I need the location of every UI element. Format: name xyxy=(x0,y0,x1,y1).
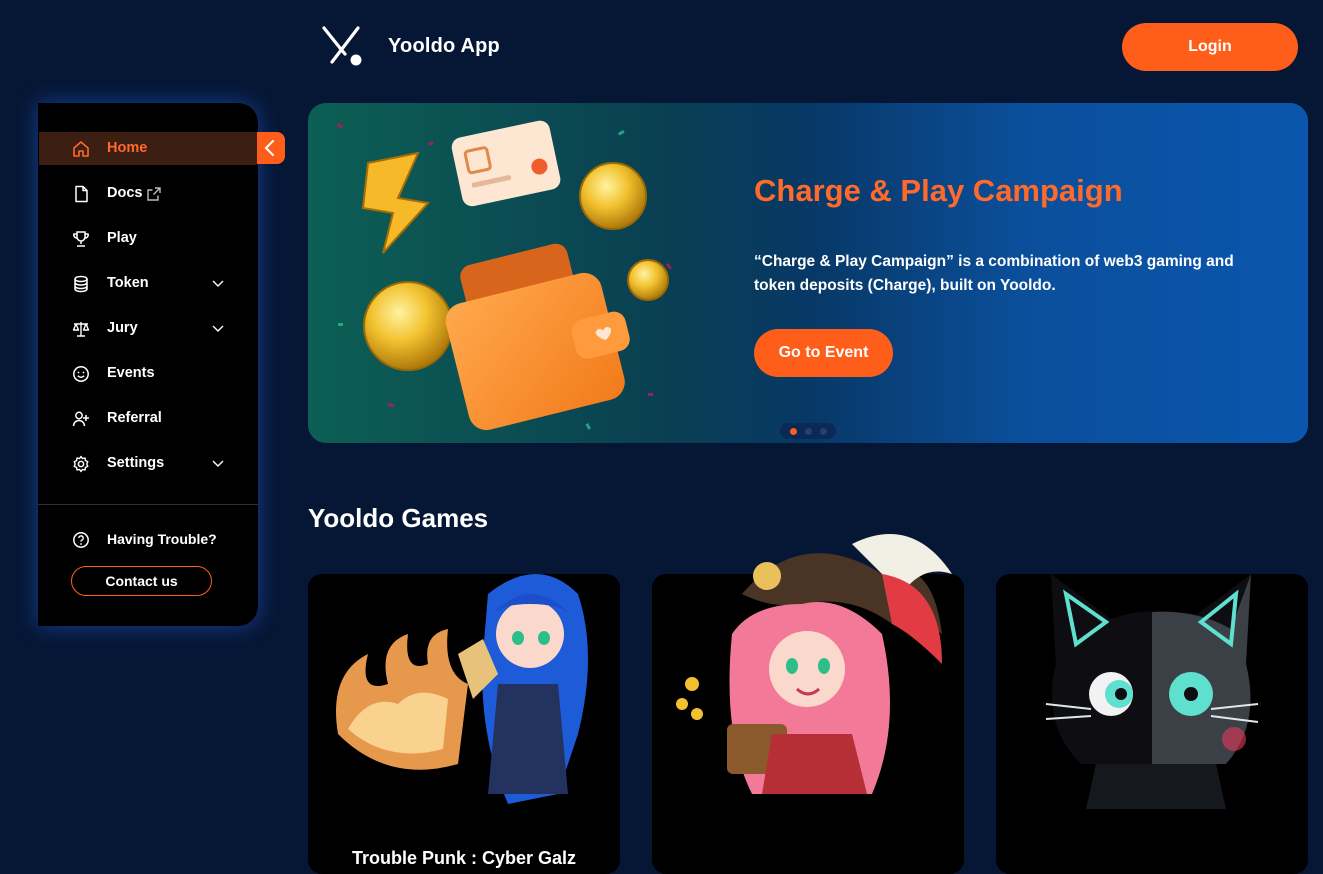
wallet-coins-illustration xyxy=(336,120,672,431)
chevron-down-icon xyxy=(212,460,224,467)
coins-stack-icon xyxy=(74,275,88,293)
game-card[interactable]: Trouble Punk : Cyber Galz xyxy=(308,574,620,874)
carousel-pagination xyxy=(780,423,836,439)
sidebar-item-label: Jury xyxy=(107,320,138,336)
banner-title: Charge & Play Campaign xyxy=(754,173,1123,208)
app-logo[interactable]: Yooldo App xyxy=(320,24,500,68)
sidebar-item-settings[interactable]: Settings xyxy=(39,447,257,480)
banner-description: “Charge & Play Campaign” is a combinatio… xyxy=(754,253,1234,294)
game-card[interactable] xyxy=(996,574,1308,874)
trophy-icon xyxy=(73,231,89,247)
game-character-image xyxy=(676,534,952,794)
sidebar-item-label: Play xyxy=(107,230,137,246)
app-title: Yooldo App xyxy=(388,34,500,57)
sidebar-item-label: Docs xyxy=(107,185,143,201)
help-circle-icon xyxy=(73,532,89,548)
campaign-banner: Charge & Play Campaign “Charge & Play Ca… xyxy=(308,103,1308,443)
gear-icon xyxy=(73,455,89,473)
go-to-event-button[interactable]: Go to Event xyxy=(754,329,893,377)
carousel-dot[interactable] xyxy=(804,427,812,435)
sidebar-item-label: Settings xyxy=(107,455,165,471)
sidebar-item-label: Events xyxy=(107,365,155,381)
login-button[interactable]: Login xyxy=(1122,23,1298,71)
sidebar-item-label: Home xyxy=(107,140,148,156)
carousel-dot[interactable] xyxy=(789,427,797,435)
carousel-dot[interactable] xyxy=(819,427,827,435)
sidebar-item-label: Referral xyxy=(107,410,162,426)
chevron-down-icon xyxy=(212,280,224,287)
sidebar-item-referral[interactable]: Referral xyxy=(39,402,257,435)
add-user-icon xyxy=(72,411,89,427)
game-character-image xyxy=(336,574,588,804)
sidebar-item-play[interactable]: Play xyxy=(39,222,257,255)
sidebar-item-home[interactable]: Home xyxy=(39,132,257,165)
sidebar-item-docs[interactable]: Docs xyxy=(39,177,257,210)
top-bar: Yooldo App Login xyxy=(0,0,1323,95)
game-character-image xyxy=(1045,574,1259,809)
document-icon xyxy=(75,185,88,203)
sidebar-item-token[interactable]: Token xyxy=(39,267,257,300)
game-card[interactable] xyxy=(652,534,964,874)
smiley-icon xyxy=(73,366,89,382)
home-icon xyxy=(73,141,89,157)
contact-us-button[interactable]: Contact us xyxy=(71,566,212,596)
sidebar-item-label: Token xyxy=(107,275,149,291)
chevron-down-icon xyxy=(212,325,224,332)
chevron-left-icon xyxy=(264,140,274,156)
yooldo-logo-icon xyxy=(322,26,362,66)
sidebar-item-jury[interactable]: Jury xyxy=(39,312,257,345)
game-card-title: Trouble Punk : Cyber Galz xyxy=(351,848,577,868)
having-trouble-label: Having Trouble? xyxy=(107,531,217,547)
external-link-icon xyxy=(147,187,161,201)
sidebar-divider xyxy=(38,504,258,505)
scales-icon xyxy=(72,322,90,337)
sidebar-item-events[interactable]: Events xyxy=(39,357,257,390)
sidebar: Home Docs Play Token Jury Events Referra… xyxy=(38,103,285,626)
section-title: Yooldo Games xyxy=(308,503,489,533)
having-trouble-link[interactable]: Having Trouble? xyxy=(39,523,257,556)
collapse-sidebar-button[interactable] xyxy=(257,132,285,164)
